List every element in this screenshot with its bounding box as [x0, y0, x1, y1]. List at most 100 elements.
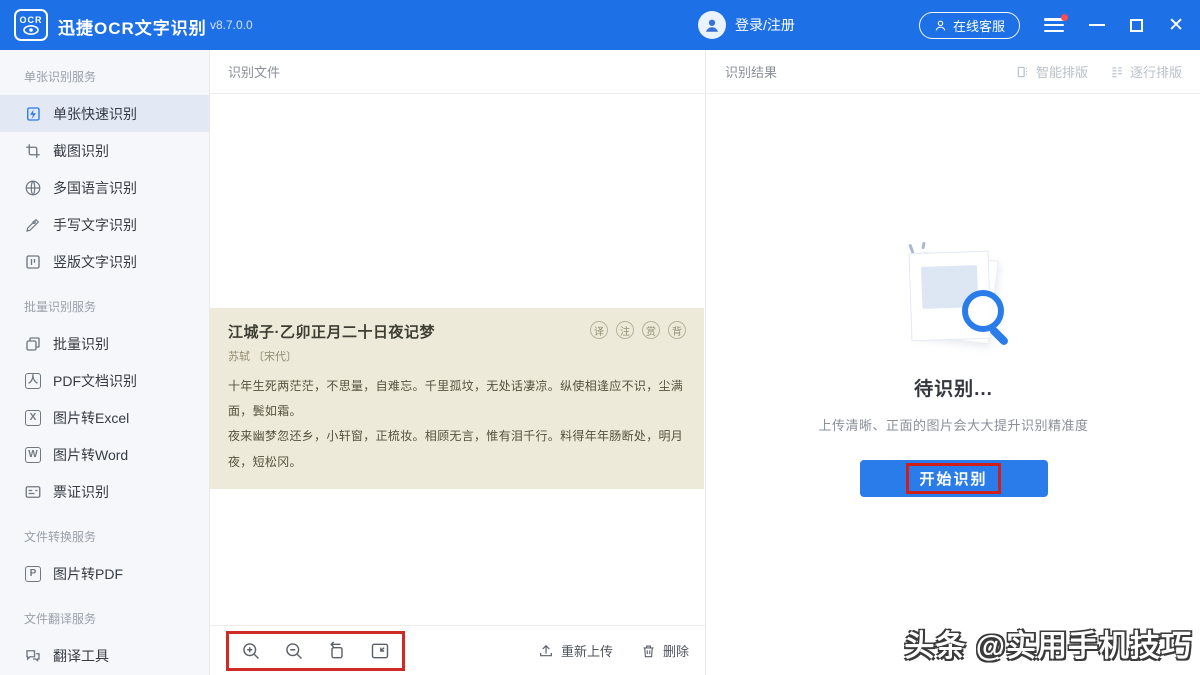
notification-dot	[1061, 14, 1068, 21]
app-logo-icon: OCR	[14, 9, 48, 41]
sidebar-item-label: 图片转Excel	[53, 408, 129, 428]
sidebar: 单张识别服务 单张快速识别 截图识别 多国语言识别 手	[0, 50, 210, 675]
minimize-button[interactable]	[1089, 24, 1105, 27]
sidebar-group-single: 单张识别服务	[0, 68, 209, 95]
crop-icon	[24, 142, 42, 160]
zoom-out-icon[interactable]	[284, 641, 304, 661]
sidebar-item-image-to-word[interactable]: W 图片转Word	[0, 436, 209, 473]
sidebar-item-label: 多国语言识别	[53, 178, 137, 198]
badge-annotate: 注	[616, 321, 634, 339]
poem-badges: 译 注 赏 背	[590, 321, 686, 339]
poem-author: 苏轼 〔宋代〕	[228, 348, 686, 364]
upload-icon	[538, 643, 554, 659]
zoom-in-icon[interactable]	[241, 641, 261, 661]
sidebar-item-vertical-text-recognition[interactable]: 竖版文字识别	[0, 243, 209, 280]
ticket-icon	[24, 483, 42, 501]
watermark-text: 头条 @实用手机技巧	[904, 621, 1192, 665]
zoom-tools-highlight	[226, 631, 405, 671]
person-icon	[934, 19, 947, 32]
file-panel: 识别文件 江城子·乙卯正月二十日夜记梦 译 注 赏 背 苏轼 〔宋代〕 十年生死…	[210, 50, 706, 675]
smart-layout-label: 智能排版	[1036, 62, 1088, 81]
sidebar-item-handwriting-recognition[interactable]: 手写文字识别	[0, 206, 209, 243]
online-support-button[interactable]: 在线客服	[919, 12, 1020, 39]
sidebar-item-image-to-pdf[interactable]: P 图片转PDF	[0, 555, 209, 592]
waiting-illustration	[894, 244, 1014, 352]
flash-page-icon	[24, 105, 42, 123]
sidebar-item-image-to-excel[interactable]: X 图片转Excel	[0, 399, 209, 436]
trash-icon	[641, 643, 656, 659]
result-panel-header: 识别结果 智能排版 逐行排版	[707, 50, 1200, 94]
line-layout-tab[interactable]: 逐行排版	[1110, 62, 1182, 81]
sidebar-item-label: 手写文字识别	[53, 215, 137, 235]
file-panel-header: 识别文件	[210, 50, 705, 94]
file-toolbar: 重新上传 删除	[210, 625, 705, 675]
line-layout-icon	[1110, 65, 1124, 79]
result-body: 待识别... 上传清晰、正面的图片会大大提升识别精准度 开始识别	[707, 244, 1200, 497]
titlebar: OCR 迅捷OCR文字识别 v8.7.0.0 登录/注册 在线客服 ✕	[0, 0, 1200, 50]
magnifier-icon	[962, 290, 1004, 332]
avatar[interactable]	[698, 11, 726, 39]
sidebar-item-label: 图片转Word	[53, 445, 128, 465]
sidebar-item-quick-recognition[interactable]: 单张快速识别	[0, 95, 209, 132]
badge-recite: 背	[668, 321, 686, 339]
app-version: v8.7.0.0	[210, 18, 253, 32]
start-recognition-highlight: 开始识别	[906, 463, 1000, 494]
smart-layout-tab[interactable]: 智能排版	[1016, 62, 1088, 81]
sidebar-item-ticket-recognition[interactable]: 票证识别	[0, 473, 209, 510]
sidebar-item-label: 翻译工具	[53, 646, 109, 666]
pdf-doc-icon: 人	[24, 372, 42, 390]
account-area[interactable]: 登录/注册	[698, 11, 795, 39]
sidebar-item-label: 图片转PDF	[53, 564, 123, 584]
sidebar-item-label: 票证识别	[53, 482, 109, 502]
sidebar-item-label: 竖版文字识别	[53, 252, 137, 272]
sidebar-item-translate-tool[interactable]: 翻译工具	[0, 637, 209, 674]
copy-stack-icon	[24, 335, 42, 353]
sidebar-item-label: PDF文档识别	[53, 371, 137, 391]
close-button[interactable]: ✕	[1168, 16, 1184, 35]
sidebar-item-screenshot-recognition[interactable]: 截图识别	[0, 132, 209, 169]
file-preview-area[interactable]: 江城子·乙卯正月二十日夜记梦 译 注 赏 背 苏轼 〔宋代〕 十年生死两茫茫，不…	[210, 94, 705, 625]
user-avatar-icon	[703, 16, 721, 34]
login-register-link[interactable]: 登录/注册	[735, 15, 795, 35]
uploaded-image-preview[interactable]: 江城子·乙卯正月二十日夜记梦 译 注 赏 背 苏轼 〔宋代〕 十年生死两茫茫，不…	[210, 308, 704, 489]
online-support-label: 在线客服	[953, 16, 1005, 35]
pdf-convert-icon: P	[24, 565, 42, 583]
fit-screen-icon[interactable]	[370, 641, 390, 661]
reupload-button[interactable]: 重新上传	[538, 641, 613, 660]
sidebar-item-batch-recognition[interactable]: 批量识别	[0, 325, 209, 362]
file-panel-title: 识别文件	[228, 62, 280, 81]
sidebar-group-translate: 文件翻译服务	[0, 610, 209, 637]
badge-translate: 译	[590, 321, 608, 339]
result-panel-title: 识别结果	[725, 62, 777, 81]
logo-ocr-text: OCR	[20, 15, 43, 25]
sidebar-group-convert: 文件转换服务	[0, 528, 209, 555]
poem-line-2: 夜来幽梦忽还乡，小轩窗，正梳妆。相顾无言，惟有泪千行。料得年年肠断处，明月夜，短…	[228, 424, 686, 474]
poem-title: 江城子·乙卯正月二十日夜记梦	[228, 321, 435, 342]
chat-bubbles-icon	[24, 647, 42, 665]
line-layout-label: 逐行排版	[1130, 62, 1182, 81]
rotate-icon[interactable]	[327, 641, 347, 661]
delete-label: 删除	[663, 641, 689, 660]
sidebar-item-label: 批量识别	[53, 334, 109, 354]
globe-icon	[24, 179, 42, 197]
result-panel: 识别结果 智能排版 逐行排版 待识别... 上传清晰、正	[707, 50, 1200, 675]
sidebar-group-batch: 批量识别服务	[0, 298, 209, 325]
delete-button[interactable]: 删除	[641, 641, 689, 660]
tip-text: 上传清晰、正面的图片会大大提升识别精准度	[707, 415, 1200, 434]
badge-appreciate: 赏	[642, 321, 660, 339]
pen-icon	[24, 216, 42, 234]
sidebar-item-label: 单张快速识别	[53, 104, 137, 124]
menu-icon[interactable]	[1044, 18, 1064, 32]
start-recognition-button[interactable]: 开始识别	[860, 460, 1048, 497]
maximize-button[interactable]	[1130, 19, 1143, 32]
excel-icon: X	[24, 409, 42, 427]
reupload-label: 重新上传	[561, 641, 613, 660]
poem-line-1: 十年生死两茫茫，不思量，自难忘。千里孤坟，无处话凄凉。纵使相逢应不识，尘满面，鬓…	[228, 374, 686, 424]
sidebar-item-pdf-recognition[interactable]: 人 PDF文档识别	[0, 362, 209, 399]
word-icon: W	[24, 446, 42, 464]
eye-icon	[23, 25, 39, 35]
sidebar-item-label: 截图识别	[53, 141, 109, 161]
status-text: 待识别...	[707, 374, 1200, 401]
sidebar-item-multilanguage-recognition[interactable]: 多国语言识别	[0, 169, 209, 206]
window-controls: ✕	[1044, 0, 1184, 50]
